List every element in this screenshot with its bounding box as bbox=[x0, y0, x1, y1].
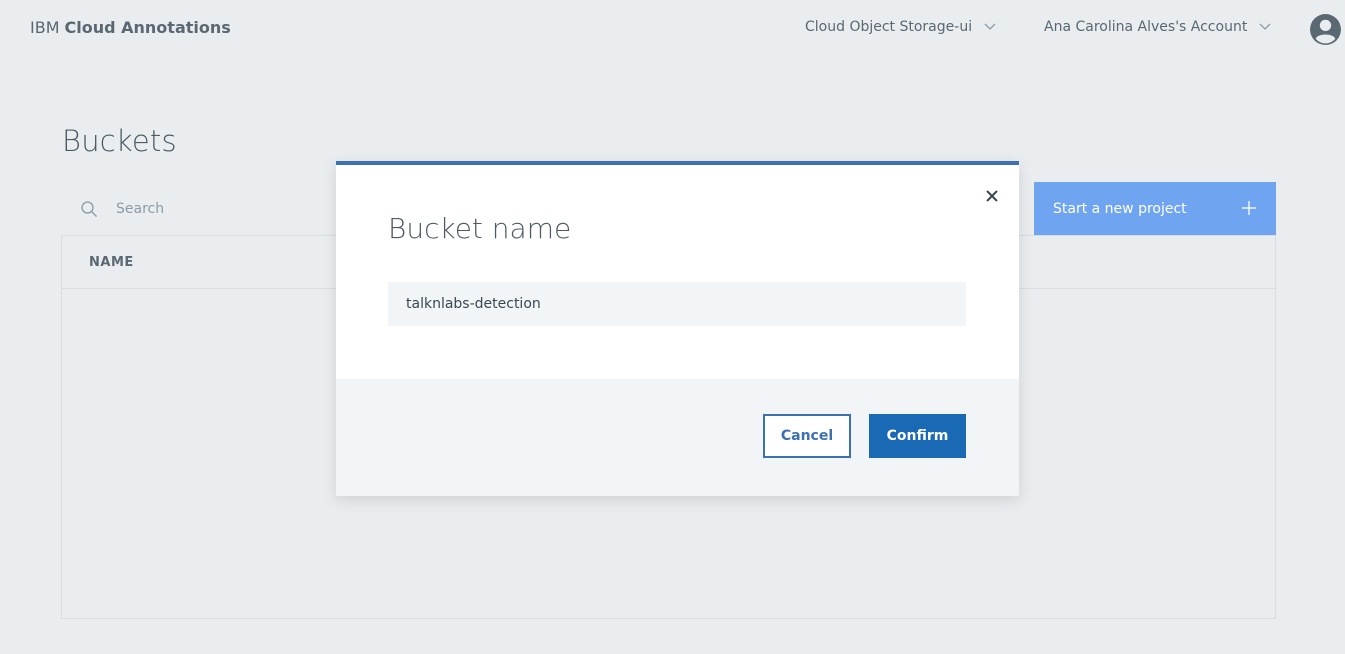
storage-dropdown-label: Cloud Object Storage-ui bbox=[805, 19, 973, 35]
storage-dropdown[interactable]: Cloud Object Storage-ui bbox=[805, 19, 996, 35]
confirm-button[interactable]: Confirm bbox=[869, 414, 966, 458]
close-icon[interactable] bbox=[985, 189, 999, 203]
bucket-name-input[interactable] bbox=[388, 282, 966, 326]
start-new-project-label: Start a new project bbox=[1053, 200, 1187, 217]
brand[interactable]: IBM Cloud Annotations bbox=[30, 18, 231, 37]
plus-icon bbox=[1242, 201, 1256, 215]
cancel-button[interactable]: Cancel bbox=[763, 414, 851, 458]
search-bar bbox=[62, 182, 362, 234]
account-dropdown-label: Ana Carolina Alves's Account bbox=[1044, 19, 1248, 35]
account-dropdown[interactable]: Ana Carolina Alves's Account bbox=[1044, 19, 1271, 35]
modal-title: Bucket name bbox=[388, 212, 572, 245]
start-new-project-button[interactable]: Start a new project bbox=[1034, 182, 1276, 235]
user-avatar-icon[interactable] bbox=[1309, 13, 1342, 46]
brand-prefix: IBM bbox=[30, 18, 60, 37]
search-icon bbox=[81, 201, 97, 217]
brand-product: Cloud Annotations bbox=[64, 18, 231, 37]
chevron-down-icon bbox=[984, 23, 996, 30]
search-input[interactable] bbox=[114, 198, 358, 220]
column-header-name[interactable]: NAME bbox=[89, 255, 134, 270]
page-title: Buckets bbox=[62, 124, 177, 158]
modal-footer: Cancel Confirm bbox=[336, 379, 1019, 496]
top-bar: IBM Cloud Annotations Cloud Object Storag… bbox=[0, 0, 1345, 58]
chevron-down-icon bbox=[1259, 23, 1271, 30]
bucket-name-modal: Bucket name Cancel Confirm bbox=[336, 161, 1019, 496]
